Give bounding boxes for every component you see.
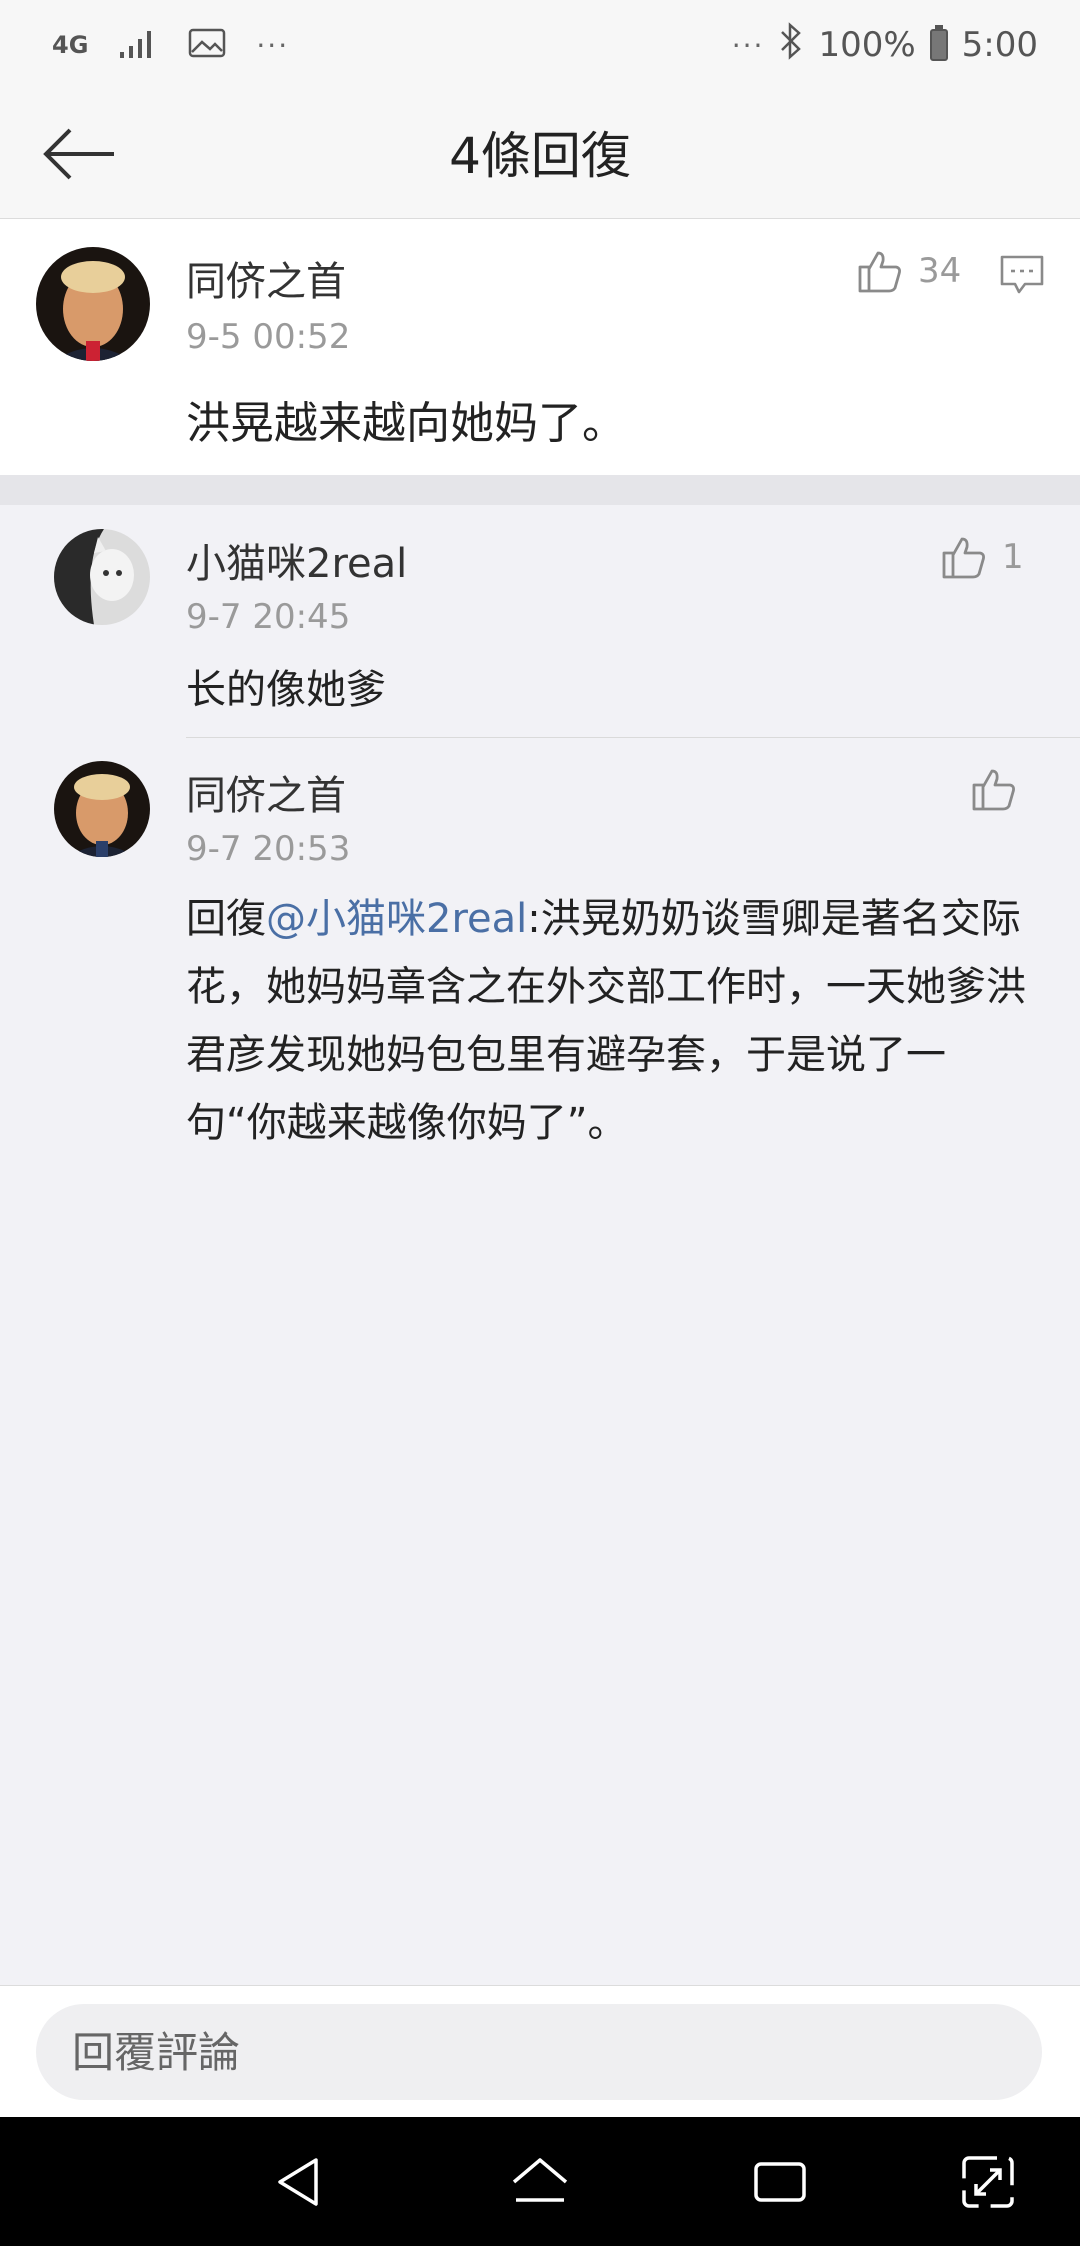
avatar[interactable] (54, 761, 150, 857)
status-bar: 4G ··· ··· 100% 5:00 (0, 0, 1080, 90)
comment-text: 洪晃越来越向她妈了。 (186, 398, 626, 449)
replies-list: 小猫咪2real 9-7 20:45 长的像她爹 1 同侪之首 9-7 20:5… (0, 505, 1080, 1985)
image-icon (188, 27, 226, 63)
reply-input-bar (0, 1985, 1080, 2118)
page-title: 4條回復 (449, 127, 631, 185)
status-more-left: ··· (256, 28, 290, 62)
clock-time: 5:00 (961, 25, 1038, 65)
reply-username[interactable]: 小猫咪2real (186, 531, 407, 589)
thumbs-up-icon (972, 769, 1015, 811)
like-button[interactable]: 34 (856, 241, 961, 301)
signal-icon (118, 26, 158, 64)
status-bar-left: 4G ··· (52, 22, 289, 68)
section-divider (0, 475, 1080, 505)
comment-bubble-icon (1000, 255, 1044, 294)
nav-recents-button[interactable] (740, 2145, 820, 2219)
like-button[interactable]: 1 (940, 527, 1024, 587)
reply-button[interactable] (992, 245, 1052, 305)
reply-timestamp: 9-7 20:53 (186, 829, 351, 869)
nav-home-button[interactable] (500, 2145, 580, 2219)
triangle-back-icon (278, 2158, 318, 2206)
like-count: 1 (1002, 537, 1024, 577)
battery-icon (929, 25, 948, 61)
like-button[interactable] (970, 759, 1032, 819)
home-icon (512, 2158, 568, 2202)
status-more-right: ··· (731, 28, 765, 62)
status-bar-right: ··· 100% 5:00 (731, 21, 1038, 69)
reply-divider (186, 737, 1080, 738)
network-type-label: 4G (52, 31, 89, 59)
reply-text: 长的像她爹 (186, 667, 386, 713)
nav-expand-button[interactable] (948, 2145, 1028, 2219)
mention-link[interactable]: @小猫咪2real (266, 896, 527, 942)
reply-text: 回復@小猫咪2real:洪晃奶奶谈雪卿是著名交际花，她妈妈章含之在外交部工作时，… (186, 885, 1036, 1157)
reply-comment-input[interactable] (36, 2004, 1042, 2100)
like-count: 34 (918, 251, 962, 291)
recents-icon (754, 2162, 806, 2202)
reply-username[interactable]: 同侪之首 (186, 763, 346, 821)
thumbs-up-icon (858, 251, 901, 293)
comment-timestamp: 9-5 00:52 (186, 317, 351, 357)
bluetooth-icon (778, 21, 804, 69)
thumbs-up-icon (942, 537, 985, 579)
main-comment: 同侪之首 9-5 00:52 洪晃越来越向她妈了。 34 (0, 219, 1080, 475)
nav-back-button[interactable] (260, 2145, 340, 2219)
expand-icon (962, 2156, 1014, 2208)
avatar[interactable] (36, 247, 150, 361)
avatar[interactable] (54, 529, 150, 625)
reply-timestamp: 9-7 20:45 (186, 597, 351, 637)
app-header: 4條回復 (0, 90, 1080, 219)
comment-username[interactable]: 同侪之首 (186, 249, 346, 307)
system-nav-bar (0, 2117, 1080, 2246)
battery-percent: 100% (818, 25, 916, 65)
reply-prefix: 回復 (186, 896, 266, 942)
